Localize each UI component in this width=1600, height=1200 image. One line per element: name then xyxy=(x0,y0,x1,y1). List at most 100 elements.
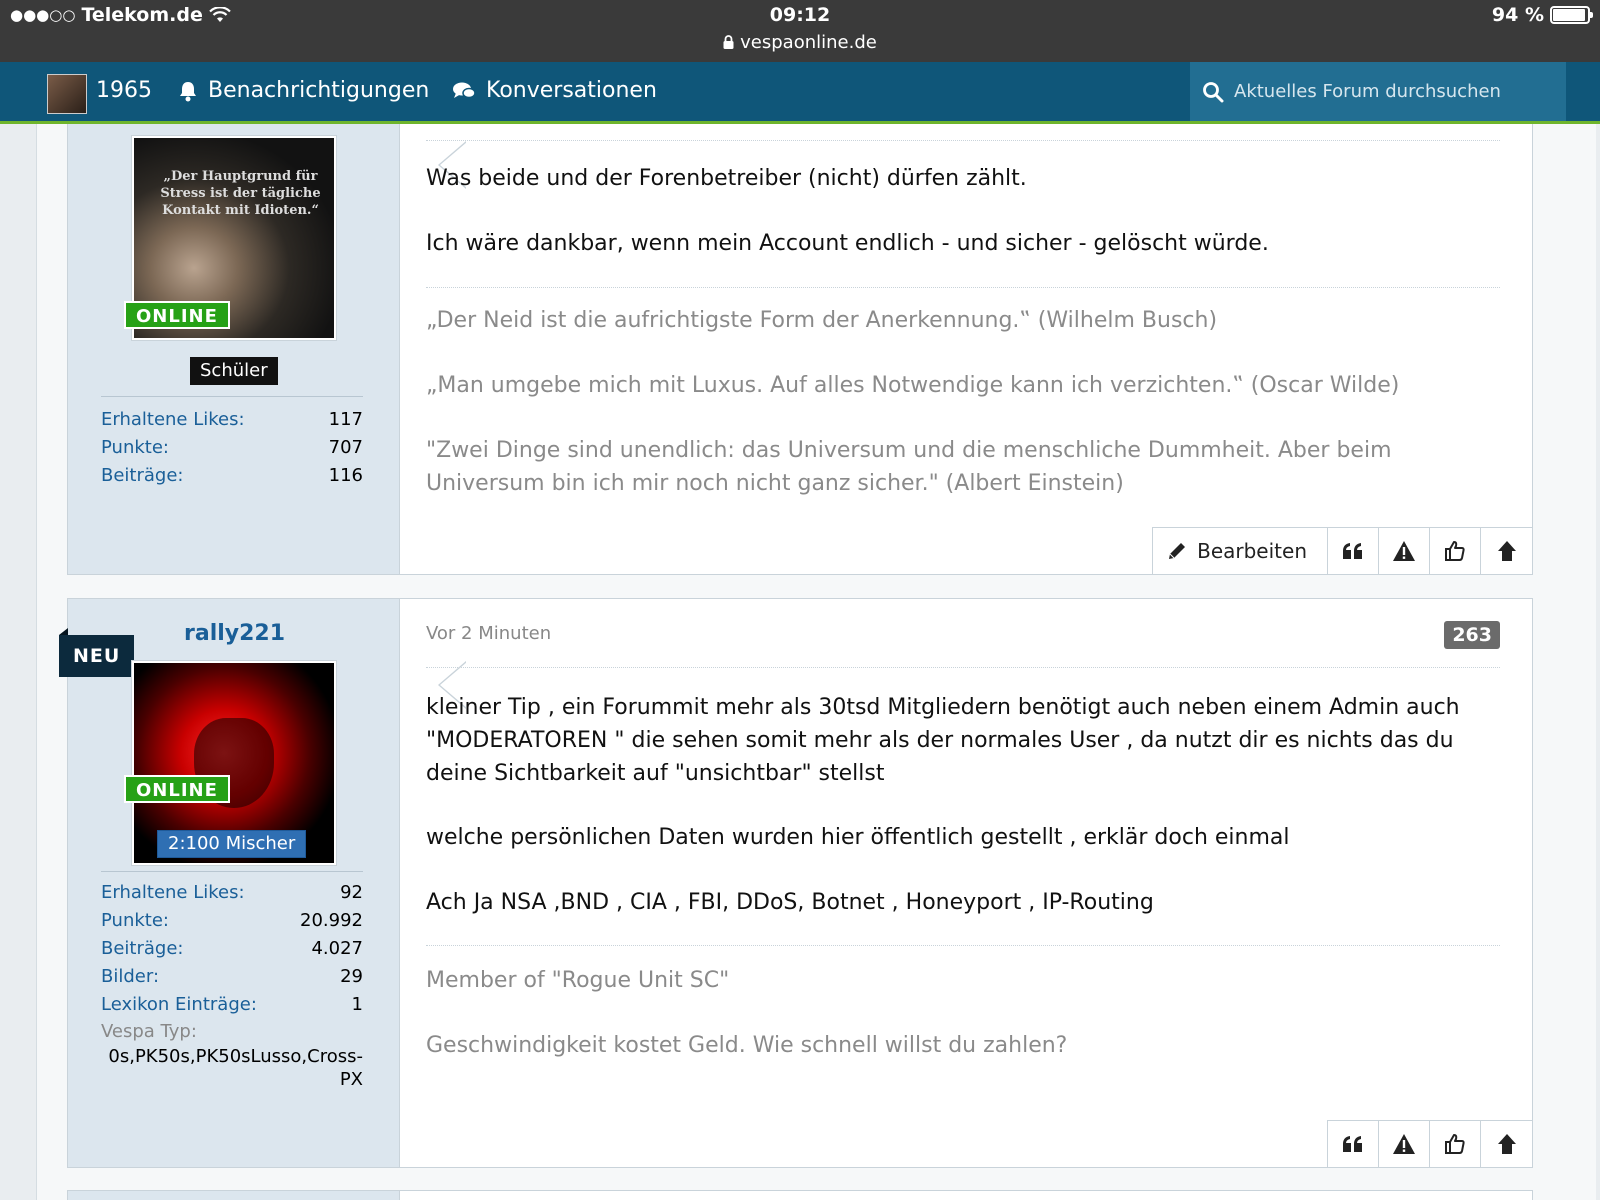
battery-icon xyxy=(1550,6,1593,24)
stat-posts: Beiträge: 116 xyxy=(101,462,363,490)
sidebar-divider xyxy=(101,871,363,872)
post-2-actions xyxy=(1327,1120,1532,1167)
signature-line: Geschwindigkeit kostet Geld. Wie schnell… xyxy=(426,1033,1068,1058)
post-1: „Der Hauptgrund für Stress ist der tägli… xyxy=(67,124,1533,575)
stat-lexicon: Lexikon Einträge: 1 xyxy=(101,991,363,1019)
nav-notifications[interactable]: Benachrichtigungen xyxy=(178,78,429,103)
nav-user-menu[interactable]: 1965 xyxy=(96,78,152,103)
stat-label: Punkte xyxy=(101,910,163,931)
post-1-actions: Bearbeiten xyxy=(1152,527,1532,574)
post-text: Ich wäre dankbar, wenn mein Account endl… xyxy=(426,231,1269,256)
post-3 xyxy=(67,1190,1533,1200)
stat-label: Beiträge xyxy=(101,465,178,486)
stat-label: Lexikon Einträge xyxy=(101,994,251,1015)
content-divider xyxy=(426,667,1500,668)
thumbs-up-icon xyxy=(1444,1133,1466,1155)
user-avatar[interactable] xyxy=(47,74,87,114)
pencil-icon xyxy=(1167,541,1187,561)
stat-label: Punkte xyxy=(101,437,163,458)
post-text: Ach Ja NSA ,BND , CIA , FBI, DDoS, Botne… xyxy=(426,890,1154,915)
stat-value: 707 xyxy=(328,437,363,458)
post-2: NEU rally221 ONLINE 2:100 Mischer Erhalt… xyxy=(59,598,1533,1168)
stat-likes: Erhaltene Likes: 117 xyxy=(101,406,363,434)
avatar-quote: „Der Hauptgrund für Stress ist der tägli… xyxy=(160,169,321,218)
new-member-badge: NEU xyxy=(59,628,135,677)
report-button[interactable] xyxy=(1379,1121,1430,1167)
signature-line: „Der Neid ist die aufrichtigste Form der… xyxy=(426,308,1218,333)
quote-icon xyxy=(1342,1135,1364,1153)
battery-percent: 94 % xyxy=(1491,4,1544,26)
forum-navbar: 1965 Benachrichtigungen Konversationen A… xyxy=(0,62,1600,124)
scroll-top-button[interactable] xyxy=(1481,1121,1532,1167)
search-icon xyxy=(1202,81,1224,103)
url-text: vespaonline.de xyxy=(740,32,877,53)
post-2-username[interactable]: rally221 xyxy=(184,621,285,646)
stat-value: 92 xyxy=(340,882,363,903)
post-text: welche persönlichen Daten wurden hier öf… xyxy=(426,825,1290,850)
stat-value: 29 xyxy=(340,966,363,987)
stat-posts: Beiträge: 4.027 xyxy=(101,935,363,963)
quote-button[interactable] xyxy=(1328,1121,1379,1167)
stat-likes: Erhaltene Likes: 92 xyxy=(101,879,363,907)
quote-button[interactable] xyxy=(1328,528,1379,574)
arrow-up-icon xyxy=(1497,540,1517,562)
stat-value: 4.027 xyxy=(311,938,363,959)
stat-value: 116 xyxy=(328,465,363,486)
user-rank: Schüler xyxy=(190,357,278,385)
bell-icon xyxy=(178,80,198,102)
signature-line: „Man umgebe mich mit Luxus. Auf alles No… xyxy=(426,373,1400,398)
search-placeholder: Aktuelles Forum durchsuchen xyxy=(1234,81,1501,102)
address-bar[interactable]: vespaonline.de xyxy=(0,32,1600,53)
edit-button[interactable]: Bearbeiten xyxy=(1153,528,1328,574)
warning-icon xyxy=(1392,1133,1416,1155)
stat-value: 20.992 xyxy=(300,910,363,931)
clock: 09:12 xyxy=(769,4,831,26)
stat-points: Punkte: 707 xyxy=(101,434,363,462)
stat-label: Beiträge xyxy=(101,938,178,959)
like-button[interactable] xyxy=(1430,1121,1481,1167)
stat-points: Punkte: 20.992 xyxy=(101,907,363,935)
stat-label: Erhaltene Likes xyxy=(101,882,239,903)
thumbs-up-icon xyxy=(1444,540,1466,562)
scroll-top-button[interactable] xyxy=(1481,528,1532,574)
like-button[interactable] xyxy=(1430,528,1481,574)
battery-info: 94 % xyxy=(1491,4,1593,26)
post-text: Was beide und der Forenbetreiber (nicht)… xyxy=(426,166,1027,191)
online-badge: ONLINE xyxy=(124,301,230,329)
vespa-type-value: 0s,PK50s,PK50sLusso,Cross- xyxy=(108,1046,363,1067)
arrow-up-icon xyxy=(1497,1133,1517,1155)
post-2-user-sidebar: NEU rally221 ONLINE 2:100 Mischer Erhalt… xyxy=(59,599,400,1167)
content-divider xyxy=(426,140,1500,141)
sidebar-divider xyxy=(101,396,363,397)
signature-line: "Zwei Dinge sind unendlich: das Universu… xyxy=(426,438,1392,496)
warning-icon xyxy=(1392,540,1416,562)
report-button[interactable] xyxy=(1379,528,1430,574)
nav-username: 1965 xyxy=(96,78,152,103)
post-text: kleiner Tip , ein Forummit mehr als 30ts… xyxy=(426,695,1460,786)
stat-value: 1 xyxy=(351,994,363,1015)
stat-images: Bilder: 29 xyxy=(101,963,363,991)
lock-icon xyxy=(723,35,734,49)
battery-level xyxy=(1553,9,1585,21)
online-badge: ONLINE xyxy=(124,775,230,803)
post-3-user-sidebar xyxy=(68,1191,400,1200)
signature-divider xyxy=(426,945,1500,946)
post-number-badge[interactable]: 263 xyxy=(1444,621,1500,649)
ios-status-bar: ●●●○○ Telekom.de 09:12 vespaonline.de 94… xyxy=(0,0,1600,62)
stat-label: Bilder xyxy=(101,966,153,987)
signature-line: Member of "Rogue Unit SC" xyxy=(426,968,730,993)
edit-label: Bearbeiten xyxy=(1197,539,1307,563)
chat-icon xyxy=(452,81,476,101)
nav-conversations-label: Konversationen xyxy=(486,78,657,103)
vespa-type-value: PX xyxy=(339,1069,363,1090)
post-1-user-sidebar: „Der Hauptgrund für Stress ist der tägli… xyxy=(68,124,400,574)
post-timestamp[interactable]: Vor 2 Minuten xyxy=(426,623,551,644)
user-rank: 2:100 Mischer xyxy=(157,830,307,858)
nav-notifications-label: Benachrichtigungen xyxy=(208,78,430,103)
nav-conversations[interactable]: Konversationen xyxy=(452,78,657,103)
stat-value: 117 xyxy=(328,409,363,430)
stat-label: Erhaltene Likes xyxy=(101,409,239,430)
quote-icon xyxy=(1342,542,1364,560)
forum-search-box[interactable]: Aktuelles Forum durchsuchen xyxy=(1190,62,1566,121)
signature-divider xyxy=(426,287,1500,288)
